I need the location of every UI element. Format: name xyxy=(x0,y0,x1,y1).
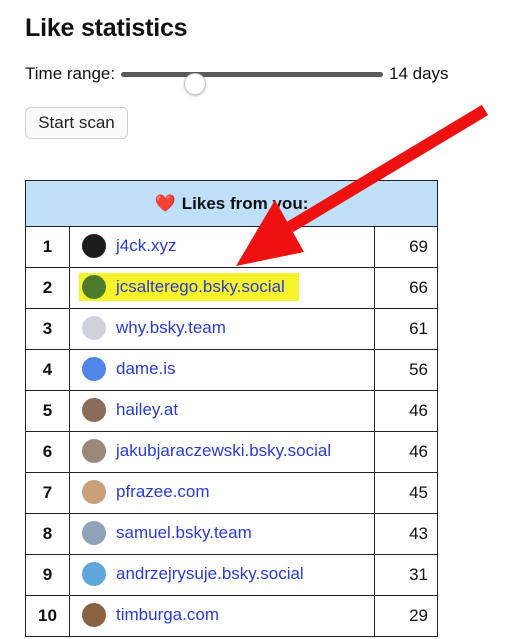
handle-cell: dame.is xyxy=(69,349,375,391)
avatar xyxy=(82,233,106,258)
handle-cell: timburga.com xyxy=(69,595,375,637)
like-count-cell: 61 xyxy=(374,308,438,350)
rank-cell: 9 xyxy=(25,554,70,596)
highlighted-handle: jcsalterego.bsky.social xyxy=(79,272,299,301)
avatar xyxy=(82,520,106,545)
handle-cell: j4ck.xyz xyxy=(69,226,375,268)
table-row: 3 why.bsky.team 61 xyxy=(25,308,438,350)
time-range-value: 14 days xyxy=(389,64,449,83)
table-row: 10 timburga.com 29 xyxy=(25,595,438,637)
profile-link[interactable]: dame.is xyxy=(116,359,176,379)
handle-cell: jcsalterego.bsky.social xyxy=(69,267,375,309)
table-row: 6 jakubjaraczewski.bsky.social 46 xyxy=(25,431,438,473)
like-count-cell: 43 xyxy=(374,513,438,555)
profile-link[interactable]: samuel.bsky.team xyxy=(116,523,252,543)
rank-cell: 5 xyxy=(25,390,70,432)
like-count-cell: 46 xyxy=(374,431,438,473)
rank-cell: 3 xyxy=(25,308,70,350)
handle-cell: samuel.bsky.team xyxy=(69,513,375,555)
avatar xyxy=(82,315,106,340)
profile-link[interactable]: hailey.at xyxy=(116,400,178,420)
handle-wrap: pfrazee.com xyxy=(82,478,210,506)
table-row: 9 andrzejrysuje.bsky.social 31 xyxy=(25,554,438,596)
likes-table: ❤️ Likes from you: 1 j4ck.xyz 69 2 jcsaltereg… xyxy=(25,180,438,637)
avatar xyxy=(82,274,106,299)
table-row: 1 j4ck.xyz 69 xyxy=(25,226,438,268)
handle-wrap: andrzejrysuje.bsky.social xyxy=(82,560,304,588)
handle-wrap: jakubjaraczewski.bsky.social xyxy=(82,437,331,465)
handle-cell: jakubjaraczewski.bsky.social xyxy=(69,431,375,473)
rank-cell: 1 xyxy=(25,226,70,268)
avatar xyxy=(82,356,106,381)
like-count-cell: 66 xyxy=(374,267,438,309)
time-range-slider[interactable] xyxy=(121,72,383,95)
likes-table-header: ❤️ Likes from you: xyxy=(25,180,438,227)
like-count-cell: 29 xyxy=(374,595,438,637)
rank-cell: 6 xyxy=(25,431,70,473)
profile-link[interactable]: jcsalterego.bsky.social xyxy=(116,277,285,297)
table-row: 5 hailey.at 46 xyxy=(25,390,438,432)
profile-link[interactable]: j4ck.xyz xyxy=(116,236,176,256)
likes-table-title: Likes from you: xyxy=(181,193,309,213)
rank-cell: 2 xyxy=(25,267,70,309)
table-row: 4 dame.is 56 xyxy=(25,349,438,391)
profile-link[interactable]: jakubjaraczewski.bsky.social xyxy=(116,441,331,461)
time-range-row: Time range: 14 days xyxy=(25,62,465,95)
start-scan-button[interactable]: Start scan xyxy=(25,107,128,139)
rank-cell: 7 xyxy=(25,472,70,514)
like-count-cell: 56 xyxy=(374,349,438,391)
like-count-cell: 45 xyxy=(374,472,438,514)
handle-wrap: samuel.bsky.team xyxy=(82,519,252,547)
like-count-cell: 46 xyxy=(374,390,438,432)
like-count-cell: 69 xyxy=(374,226,438,268)
page-title: Like statistics xyxy=(25,14,188,42)
rank-cell: 8 xyxy=(25,513,70,555)
handle-wrap: why.bsky.team xyxy=(82,314,226,342)
avatar xyxy=(82,602,106,627)
time-range-label: Time range: xyxy=(25,64,116,83)
rank-cell: 10 xyxy=(25,595,70,637)
avatar xyxy=(82,397,106,422)
profile-link[interactable]: why.bsky.team xyxy=(116,318,226,338)
handle-wrap: j4ck.xyz xyxy=(82,232,176,260)
like-count-cell: 31 xyxy=(374,554,438,596)
slider-thumb[interactable] xyxy=(183,73,206,95)
handle-wrap: hailey.at xyxy=(82,396,178,424)
table-row: 2 jcsalterego.bsky.social 66 xyxy=(25,267,438,309)
rank-cell: 4 xyxy=(25,349,70,391)
avatar xyxy=(82,561,106,586)
handle-cell: why.bsky.team xyxy=(69,308,375,350)
table-row: 7 pfrazee.com 45 xyxy=(25,472,438,514)
likes-table-body: 1 j4ck.xyz 69 2 jcsalterego.bsky.social 66 3 wh… xyxy=(25,226,438,637)
handle-wrap: timburga.com xyxy=(82,601,219,629)
profile-link[interactable]: pfrazee.com xyxy=(116,482,210,502)
handle-wrap: dame.is xyxy=(82,355,176,383)
handle-cell: andrzejrysuje.bsky.social xyxy=(69,554,375,596)
profile-link[interactable]: timburga.com xyxy=(116,605,219,625)
heart-icon: ❤️ xyxy=(154,193,176,213)
avatar xyxy=(82,438,106,463)
handle-cell: pfrazee.com xyxy=(69,472,375,514)
table-row: 8 samuel.bsky.team 43 xyxy=(25,513,438,555)
avatar xyxy=(82,479,106,504)
profile-link[interactable]: andrzejrysuje.bsky.social xyxy=(116,564,304,584)
handle-cell: hailey.at xyxy=(69,390,375,432)
